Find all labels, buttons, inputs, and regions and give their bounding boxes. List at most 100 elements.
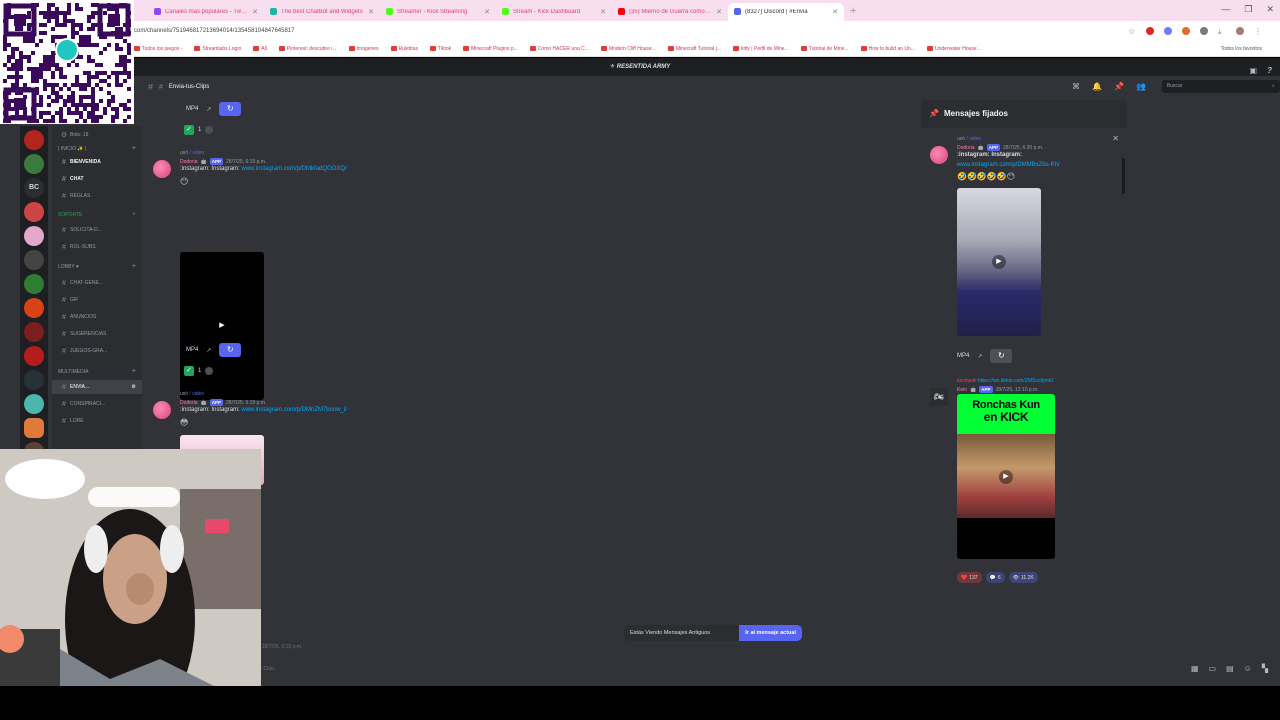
browser-tab[interactable]: The best ChatBot and Widgets ✕ xyxy=(264,3,380,21)
bell-icon[interactable]: 🔔 xyxy=(1092,82,1102,91)
star-icon[interactable]: ☆ xyxy=(1128,27,1136,36)
channel-item[interactable]: # ROL-SUBS xyxy=(52,240,142,254)
check-reaction[interactable]: ✓ xyxy=(184,125,194,135)
extension-icon[interactable] xyxy=(1182,27,1190,35)
scrollbar[interactable] xyxy=(1122,158,1125,194)
server-icon[interactable] xyxy=(24,298,44,318)
play-icon[interactable]: ▶ xyxy=(215,319,229,333)
channel-category[interactable]: SOPORTE + xyxy=(52,211,142,218)
tiktok-link[interactable]: https://vm.tiktok.com/ZMSco5jmK/ xyxy=(978,378,1054,384)
avatar[interactable] xyxy=(930,146,948,164)
all-bookmarks-folder[interactable]: Todos los favoritos xyxy=(1221,46,1262,52)
tab-close-icon[interactable]: ✕ xyxy=(600,8,606,16)
message-link[interactable]: www.instagram.com/p/DMkfadQOOXQ/ xyxy=(241,166,346,172)
maximize-icon[interactable]: ❐ xyxy=(1244,4,1252,15)
add-reaction-icon[interactable] xyxy=(205,367,214,375)
add-channel-icon[interactable]: + xyxy=(132,263,136,270)
avatar[interactable]: 🏍 xyxy=(930,388,948,406)
add-channel-icon[interactable]: + xyxy=(132,211,136,218)
server-icon-dota[interactable] xyxy=(24,130,44,150)
download-icon[interactable]: ⤓ xyxy=(1218,27,1226,36)
channel-settings-icon[interactable]: ⚙ xyxy=(132,384,136,390)
browser-tab[interactable]: (8327) Discord | #Envia ✕ xyxy=(728,2,844,21)
jump-to-present-button[interactable]: Ir al mensaje actual xyxy=(739,625,802,641)
external-link-icon[interactable]: ↗ xyxy=(977,353,982,360)
apps-icon[interactable]: ▚ xyxy=(1262,664,1268,673)
video-thumbnail[interactable]: Ronchas Kun en KICK ▶ xyxy=(957,394,1055,559)
browser-tab[interactable]: Canales más populares - Twitch ✕ xyxy=(148,3,264,21)
channel-item[interactable]: # BIENVENIDA xyxy=(52,155,142,169)
stat-pill[interactable]: 💬 6 xyxy=(985,572,1005,583)
channel-item[interactable]: # SUGERENCIAS xyxy=(52,327,142,341)
tab-close-icon[interactable]: ✕ xyxy=(368,8,374,16)
play-icon[interactable]: ▶ xyxy=(999,469,1013,484)
minimize-icon[interactable]: — xyxy=(1221,4,1230,15)
bookmark[interactable]: Tutorial de Mine... xyxy=(800,46,849,52)
gift-icon[interactable]: ▦ xyxy=(1191,664,1199,673)
channel-item[interactable]: # CHAT xyxy=(52,172,142,186)
server-icon-bc[interactable]: BC xyxy=(24,178,44,198)
bookmark[interactable]: Tiktok xyxy=(429,46,451,52)
channel-category[interactable]: | INICIO ✨ | + xyxy=(52,145,142,152)
check-reaction[interactable]: ✓ xyxy=(184,366,194,376)
bookmark[interactable]: Modern Cliff House... xyxy=(600,46,656,52)
bookmark[interactable]: How to build an Un... xyxy=(860,46,915,52)
bookmark[interactable]: kitty | Perfil de Mine... xyxy=(733,46,789,52)
message-composer[interactable]: -Clips ▦ ▭ ▤ ☺ ▚ xyxy=(150,658,1280,682)
sticker-icon[interactable]: ▤ xyxy=(1226,664,1234,673)
tab-close-icon[interactable]: ✕ xyxy=(716,8,722,16)
message-link[interactable]: www.instagram.com/p/DMnZM7bsnw_I/ xyxy=(241,407,347,413)
stat-pill[interactable]: 👁 11.2K xyxy=(1008,572,1038,583)
avatar[interactable] xyxy=(153,160,171,178)
bookmark[interactable]: Underwater House... xyxy=(927,46,981,52)
menu-icon[interactable]: ⋮ xyxy=(1254,27,1262,36)
bookmark[interactable]: Pinterest: descubre i... xyxy=(278,46,337,52)
pin-icon[interactable]: 📌 xyxy=(1114,82,1124,91)
play-icon[interactable]: ▶ xyxy=(992,255,1006,269)
help-icon[interactable]: ? xyxy=(1267,62,1272,80)
add-channel-icon[interactable]: + xyxy=(132,145,136,152)
external-link-icon[interactable]: ↗ xyxy=(206,106,211,113)
server-icon[interactable] xyxy=(24,322,44,342)
author-name[interactable]: Dodoria xyxy=(180,400,198,406)
bookmark[interactable]: Minecraft Tutorial |... xyxy=(667,46,721,52)
channel-item[interactable]: # JUEGOS-GRA... xyxy=(52,344,142,358)
add-channel-icon[interactable]: + xyxy=(132,368,136,375)
avatar[interactable] xyxy=(153,401,171,419)
url-field[interactable]: com/channels/751946817213694014/13545810… xyxy=(134,28,294,34)
stat-pill[interactable]: ❤️ 137 xyxy=(957,572,982,583)
bookmark[interactable]: Como HACER una C... xyxy=(529,46,589,52)
server-icon[interactable] xyxy=(24,346,44,366)
search-input[interactable]: Buscar ⌕ xyxy=(1161,80,1280,93)
unpin-close-icon[interactable]: ✕ xyxy=(1112,134,1119,143)
opera-icon[interactable] xyxy=(1146,27,1154,35)
members-icon[interactable]: 👥 xyxy=(1136,82,1146,91)
channel-item[interactable]: # CONSPIRACI... xyxy=(52,397,142,411)
external-link-icon[interactable]: ↗ xyxy=(206,347,211,354)
bookmark[interactable]: Imágenes xyxy=(348,46,379,52)
server-icon[interactable] xyxy=(24,250,44,270)
channel-item[interactable]: # SOLICITA-D... xyxy=(52,223,142,237)
server-icon[interactable] xyxy=(24,274,44,294)
bookmark[interactable]: Minecraft Plugins p... xyxy=(463,46,518,52)
channel-item[interactable]: # GIF xyxy=(52,293,142,307)
video-embed[interactable]: ▶ xyxy=(957,188,1041,336)
channel-item[interactable]: # LORE xyxy=(52,414,142,428)
browser-tab[interactable]: Stream - Kick Dashboard ✕ xyxy=(496,3,612,21)
gif-icon[interactable]: ▭ xyxy=(1209,664,1217,673)
bookmark[interactable]: Todos los juegos - xyxy=(134,46,182,52)
server-icon[interactable] xyxy=(24,202,44,222)
server-icon[interactable] xyxy=(24,154,44,174)
browser-tab[interactable]: Streamer - Kick Streaming ✕ xyxy=(380,3,496,21)
bookmark[interactable]: Streamlabs Login xyxy=(194,46,241,52)
video-embed[interactable]: ▶ xyxy=(180,252,264,400)
extension-icon[interactable] xyxy=(1164,27,1172,35)
message-link[interactable]: www.instagram.com/p/DMMBxZbs-Kh/ xyxy=(957,162,1060,168)
command-name[interactable]: / video xyxy=(189,391,204,397)
author-name[interactable]: Kelo xyxy=(957,387,967,393)
author-name[interactable]: Dodoria xyxy=(180,159,198,165)
tab-close-icon[interactable]: ✕ xyxy=(252,8,258,16)
profile-avatar[interactable] xyxy=(1236,27,1244,35)
refresh-button[interactable]: ↻ xyxy=(219,343,242,357)
bookmark[interactable]: Ruletitas xyxy=(390,46,418,52)
